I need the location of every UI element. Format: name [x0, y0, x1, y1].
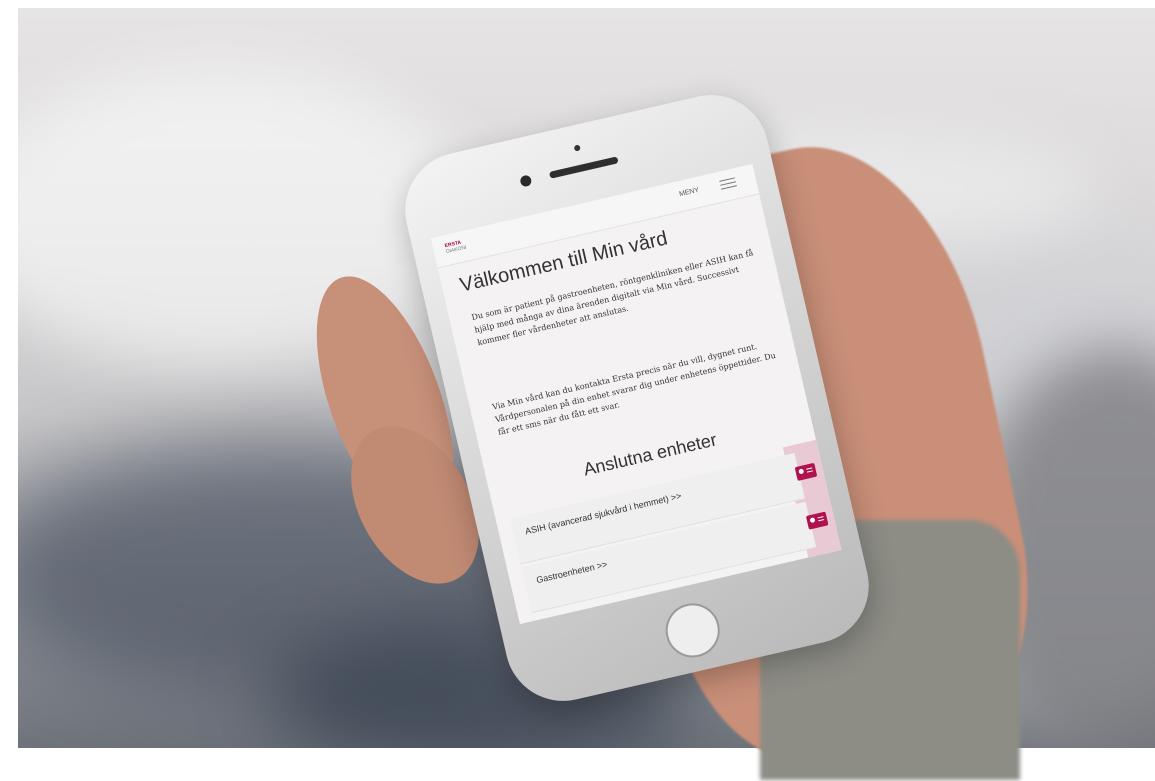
unit-link-asih[interactable]: ASIH (avancerad sjukvård i hemmet) >>: [524, 485, 702, 538]
phone-speaker: [548, 156, 619, 179]
menu-button[interactable]: MENY: [679, 187, 700, 198]
site-logo[interactable]: ERSTA DIAKONI: [444, 239, 467, 255]
hamburger-icon[interactable]: [719, 177, 737, 190]
phone-camera: [519, 174, 533, 188]
home-button[interactable]: [660, 598, 726, 663]
phone-sensor: [573, 144, 581, 152]
phone-screen: ERSTA DIAKONI MENY Välkommen till Min vå…: [430, 164, 842, 625]
